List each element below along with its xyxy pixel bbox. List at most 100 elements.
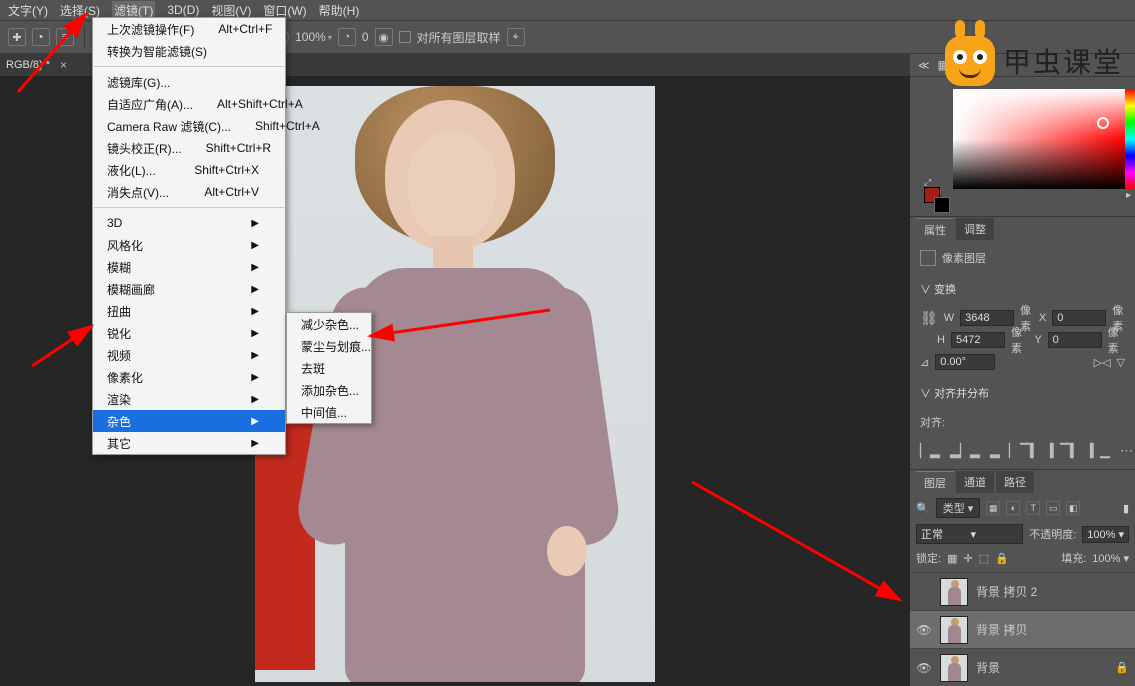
y-input[interactable] [1048,332,1102,348]
filter-menu-item[interactable]: 自适应广角(A)...Alt+Shift+Ctrl+A [93,93,285,115]
menu-select[interactable]: 选择(S) [60,2,100,19]
width-input[interactable] [960,310,1014,326]
filter-menu-item[interactable]: 扭曲▶ [93,300,285,322]
layer-name: 背景 拷贝 2 [976,583,1037,600]
filter-menu-item[interactable]: 锐化▶ [93,322,285,344]
lock-all-icon[interactable]: 🔒 [995,552,1009,565]
pixel-layer-icon [920,250,936,266]
layer-visibility-icon[interactable]: 👁 [916,623,932,637]
diffusion-icon[interactable]: ⌖ [507,28,525,46]
filter-kind-select[interactable]: 类型 ▾ [936,498,981,518]
pressure-icon[interactable]: ◉ [375,28,393,46]
filter-menu-item[interactable]: 液化(L)...Shift+Ctrl+X [93,159,285,181]
brush-preset-icon[interactable]: • [32,28,50,46]
pixel-layer-label: 像素图层 [942,250,986,266]
filter-menu-item[interactable]: 消失点(V)...Alt+Ctrl+V [93,181,285,203]
align-left-icon[interactable]: ▏▂ [920,443,940,459]
menu-view[interactable]: 视图(V) [211,2,251,19]
filter-menu-item[interactable]: 杂色▶ [93,410,285,432]
layer-visibility-icon[interactable]: 👁 [916,661,932,675]
add-swatch-icon[interactable]: ▸ [1126,190,1131,201]
filter-shape-icon[interactable]: ▭ [1046,501,1060,515]
filter-menu-item[interactable]: 风格化▶ [93,234,285,256]
menu-window[interactable]: 窗口(W) [263,2,306,19]
close-tab-icon[interactable]: × [60,58,67,72]
filter-smart-icon[interactable]: ◧ [1066,501,1080,515]
noise-submenu-item[interactable]: 去斑 [287,357,371,379]
filter-menu-item[interactable]: 渲染▶ [93,388,285,410]
transform-section-header[interactable]: ∨ 变换 [910,275,1135,301]
color-swatch-icon[interactable]: ▦ [938,58,949,72]
brush-settings-icon[interactable]: ≡ [56,28,74,46]
x-input[interactable] [1052,310,1106,326]
filter-menu-item[interactable]: 滤镜库(G)... [93,71,285,93]
align-more-icon[interactable]: ⋯ [1120,443,1133,459]
align-hcenter-icon[interactable]: ▂▏▂ [950,443,980,459]
align-top-icon[interactable]: ▔▍ [1020,443,1040,459]
smoothing-value[interactable]: 100%▾ [295,30,332,44]
filter-menu-item[interactable]: 视频▶ [93,344,285,366]
tab-channels[interactable]: 通道 [956,471,994,493]
opacity-input[interactable]: 100% ▾ [1082,526,1129,543]
filter-menu-item[interactable]: 其它▶ [93,432,285,454]
lock-position-icon[interactable]: ✛ [963,552,972,565]
height-input[interactable] [951,332,1005,348]
filter-menu-item[interactable]: 模糊▶ [93,256,285,278]
color-spectrum[interactable] [953,89,1125,189]
filter-menu-item[interactable]: 模糊画廊▶ [93,278,285,300]
filter-kind-icon[interactable]: 🔍 [916,502,930,515]
filter-menu-item[interactable]: 镜头校正(R)...Shift+Ctrl+R [93,137,285,159]
fill-input[interactable]: 100% ▾ [1092,552,1129,565]
flip-h-icon[interactable]: ▷◁ [1094,356,1111,369]
filter-menu-item[interactable]: 上次滤镜操作(F)Alt+Ctrl+F [93,18,285,40]
noise-submenu-item[interactable]: 中间值... [287,401,371,423]
bandage-tool-icon[interactable]: ✚ [8,28,26,46]
angle-icon[interactable]: ◔ [338,28,356,46]
angle-input[interactable] [935,354,995,370]
align-bottom-icon[interactable]: ▍▁ [1090,443,1110,459]
y-label: Y [1034,334,1041,346]
filter-menu-item[interactable]: 像素化▶ [93,366,285,388]
blend-mode-select[interactable]: 正常 ▾ [916,524,1023,544]
background-color-swatch[interactable] [934,197,950,213]
link-wh-icon[interactable]: ⛓ [920,310,938,327]
noise-submenu-item[interactable]: 蒙尘与划痕... [287,335,371,357]
opacity-label: 不透明度: [1029,526,1076,542]
menu-text[interactable]: 文字(Y) [8,2,48,19]
filter-type-icon[interactable]: T [1026,501,1040,515]
h-label: H [937,334,945,346]
menu-help[interactable]: 帮助(H) [319,2,360,19]
filter-toggle-icon[interactable]: ▮ [1123,502,1129,515]
tab-layers[interactable]: 图层 [916,471,954,494]
tab-properties[interactable]: 属性 [916,218,954,241]
filter-menu-item[interactable]: Camera Raw 滤镜(C)...Shift+Ctrl+A [93,115,285,137]
layer-row[interactable]: 👁背景🔒 [910,648,1135,686]
filter-menu-item[interactable]: 3D▶ [93,212,285,234]
layer-thumbnail[interactable] [940,616,968,644]
flip-v-icon[interactable]: ▽ [1117,356,1125,369]
align-vcenter-icon[interactable]: ▍▔▍ [1050,443,1080,459]
layer-thumbnail[interactable] [940,654,968,682]
noise-submenu-item[interactable]: 减少杂色... [287,313,371,335]
filter-adjust-icon[interactable]: ◐ [1006,501,1020,515]
layer-list: 背景 拷贝 2 👁背景 拷贝👁背景🔒 [910,572,1135,686]
hue-slider[interactable] [1125,89,1135,189]
panel-collapse-icon[interactable]: ≪ [918,59,930,72]
sample-all-layers-checkbox[interactable] [399,31,411,43]
tab-paths[interactable]: 路径 [996,471,1034,493]
tab-adjustments[interactable]: 调整 [956,218,994,240]
align-section-header[interactable]: ∨ 对齐并分布 [910,379,1135,405]
lock-pixels-icon[interactable]: ▦ [947,552,957,565]
layer-row[interactable]: 👁背景 拷贝 [910,610,1135,648]
w-label: W [944,312,954,324]
layer-thumbnail[interactable] [940,578,968,606]
layer-row[interactable]: 背景 拷贝 2 [910,572,1135,610]
align-right-icon[interactable]: ▂▕ [990,443,1010,459]
menu-3d[interactable]: 3D(D) [167,3,199,17]
lock-label: 锁定: [916,550,941,566]
filter-menu-item[interactable]: 转换为智能滤镜(S) [93,40,285,62]
lock-artboard-icon[interactable]: ⬚ [979,552,989,565]
angle-value[interactable]: 0 [362,30,369,44]
filter-pixel-icon[interactable]: ▦ [986,501,1000,515]
noise-submenu-item[interactable]: 添加杂色... [287,379,371,401]
